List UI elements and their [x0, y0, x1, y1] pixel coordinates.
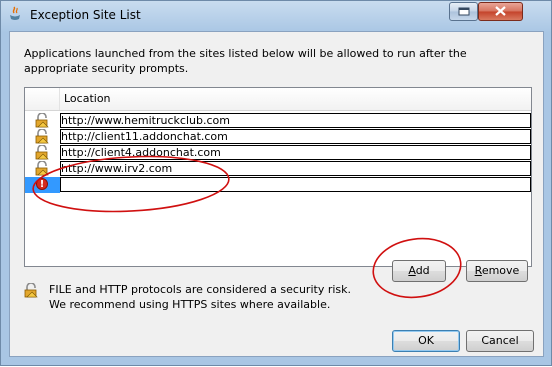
site-list-table[interactable]: Location http://www.hemitruckclub.com ht… [24, 87, 532, 267]
description-text: Applications launched from the sites lis… [24, 47, 467, 75]
remove-label-mnemonic: R [474, 264, 482, 277]
exception-site-list-window: Exception Site List Applications launche… [0, 0, 552, 366]
table-row-selected[interactable]: ! [25, 177, 531, 193]
location-cell[interactable]: http://client11.addonchat.com [60, 129, 531, 144]
close-icon [495, 6, 506, 16]
dialog-content: Applications launched from the sites lis… [9, 31, 544, 357]
row-icon-cell: ! [25, 177, 60, 193]
close-button[interactable] [478, 2, 523, 21]
row-icon-cell [25, 145, 60, 161]
remove-button[interactable]: Remove [466, 260, 528, 282]
location-cell[interactable]: http://www.irv2.com [60, 161, 531, 176]
location-cell[interactable]: http://client4.addonchat.com [60, 145, 531, 160]
cancel-button[interactable]: Cancel [466, 330, 534, 352]
row-icon-cell [25, 129, 60, 145]
security-note-line2: We recommend using HTTPS sites where ava… [49, 298, 331, 311]
add-label-rest: dd [415, 264, 430, 277]
location-edit-field[interactable] [60, 177, 531, 192]
error-icon: ! [36, 178, 48, 190]
row-icon-cell [25, 113, 60, 129]
add-button[interactable]: Add [392, 260, 446, 282]
lock-warning-icon [24, 283, 38, 298]
java-app-icon [10, 6, 20, 20]
location-cell[interactable]: http://www.hemitruckclub.com [60, 113, 531, 128]
table-header: Location [25, 88, 531, 111]
location-column-header[interactable]: Location [64, 92, 111, 105]
security-note-text: FILE and HTTP protocols are considered a… [49, 282, 369, 312]
lock-warning-icon [35, 129, 49, 144]
restore-button[interactable] [449, 2, 478, 21]
row-icon-cell [25, 161, 60, 177]
remove-label-rest: emove [481, 264, 520, 277]
table-row[interactable]: http://www.hemitruckclub.com [25, 113, 531, 129]
lock-warning-icon [35, 161, 49, 176]
table-row[interactable]: http://client4.addonchat.com [25, 145, 531, 161]
icon-column-header[interactable] [25, 88, 60, 110]
lock-warning-icon [35, 145, 49, 160]
lock-warning-icon [35, 113, 49, 128]
restore-icon [458, 7, 470, 16]
window-title: Exception Site List [30, 8, 141, 22]
security-note-line1: FILE and HTTP protocols are considered a… [49, 283, 352, 296]
table-row[interactable]: http://client11.addonchat.com [25, 129, 531, 145]
add-label-mnemonic: A [408, 264, 416, 277]
table-row[interactable]: http://www.irv2.com [25, 161, 531, 177]
ok-button[interactable]: OK [392, 330, 460, 352]
title-bar[interactable]: Exception Site List [1, 1, 551, 29]
